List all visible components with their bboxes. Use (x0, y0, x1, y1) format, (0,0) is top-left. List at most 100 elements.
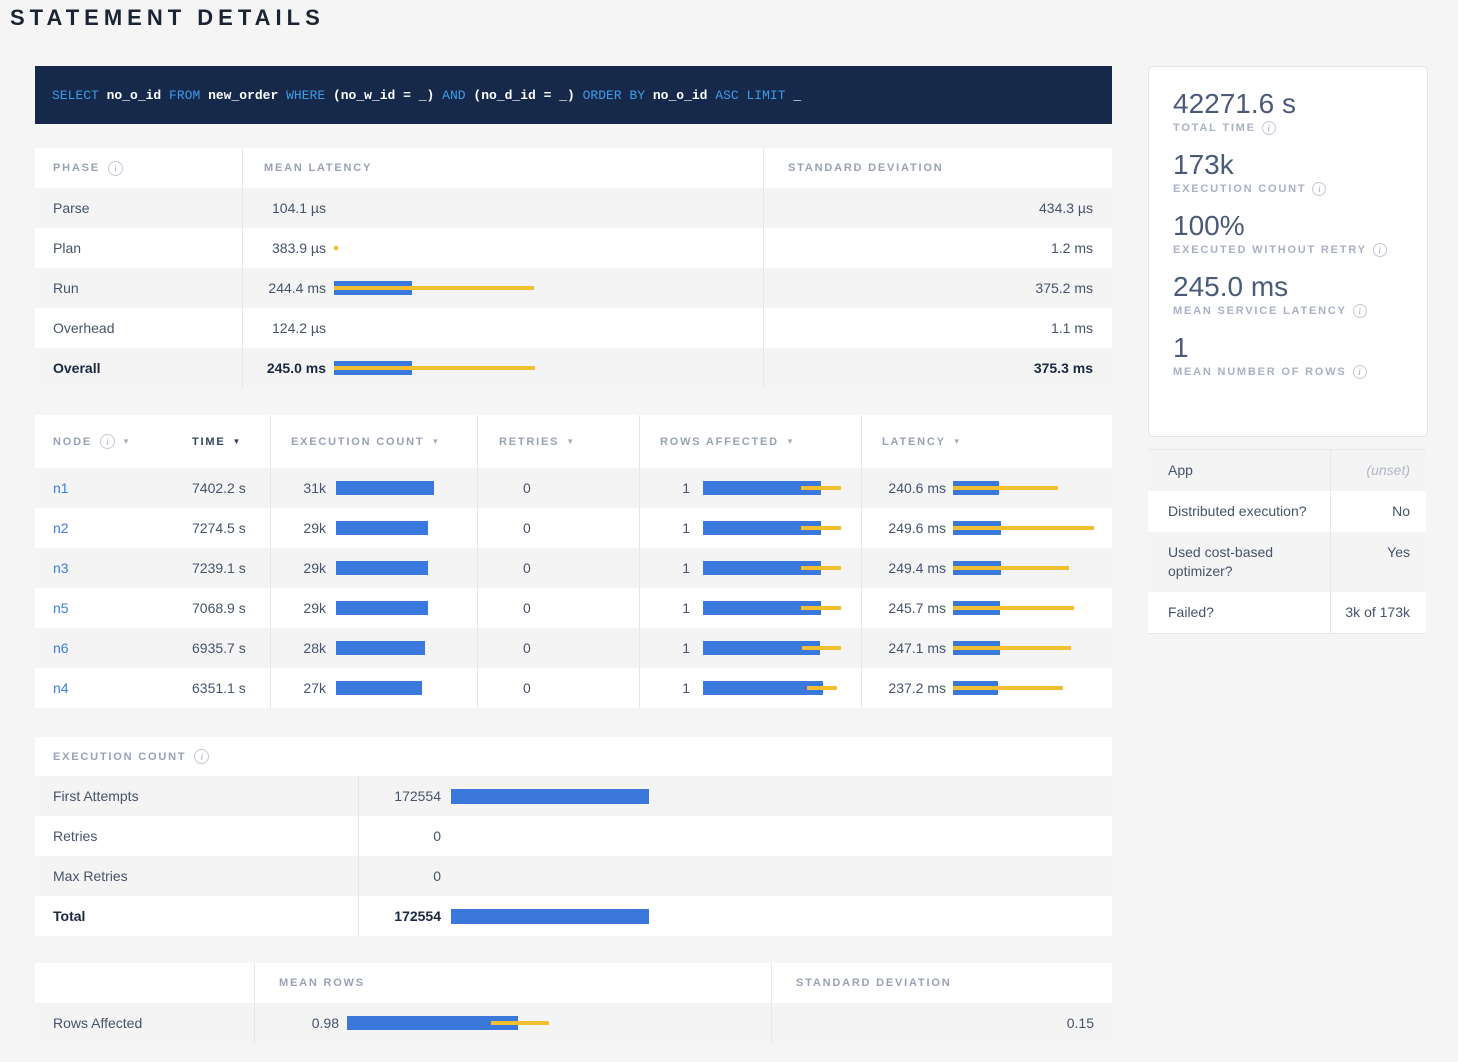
node-execution-count-value: 29k (271, 520, 326, 536)
stat-bar (953, 641, 1000, 655)
node-latency-cell: 247.1 ms (861, 628, 1112, 668)
details-label: App (1148, 450, 1330, 491)
node-link[interactable]: n5 (53, 600, 69, 616)
node-rows-affected-cell: 1 (639, 668, 861, 708)
bar-mean-segment (336, 681, 422, 695)
node-execution-count-cell: 29k (270, 508, 477, 548)
node-execution-count-cell: 27k (270, 668, 477, 708)
node-execution-count-cell: 28k (270, 628, 477, 668)
bar-mean-segment (336, 641, 425, 655)
node-latency-value: 249.4 ms (862, 560, 946, 576)
sort-arrow-icon: ▼ (566, 437, 576, 446)
column-header-latency[interactable]: LATENCY▼ (861, 415, 1112, 468)
info-icon[interactable]: i (1353, 304, 1367, 318)
node-retries-value: 0 (477, 508, 639, 548)
stat-bar (336, 521, 428, 535)
phase-standard-deviation-value: 434.3 µs (763, 188, 1112, 228)
node-execution-count-value: 29k (271, 600, 326, 616)
phase-mean-latency-cell: 104.1 µs (242, 188, 763, 228)
column-header-node[interactable]: NODEi▼ (35, 415, 172, 468)
bar-stddev-segment (801, 526, 841, 530)
info-icon[interactable]: i (1373, 243, 1387, 257)
bar-mean-segment (451, 789, 649, 804)
summary-stat-label-text: TOTAL TIME (1173, 122, 1256, 134)
node-link[interactable]: n1 (53, 480, 69, 496)
bar-stddev-segment (491, 1021, 549, 1025)
stat-bar (451, 909, 649, 924)
details-row: App(unset) (1148, 450, 1426, 491)
info-icon[interactable]: i (100, 434, 115, 449)
stat-bar (451, 789, 649, 804)
node-link[interactable]: n2 (53, 520, 69, 536)
info-icon[interactable]: i (1353, 365, 1367, 379)
node-retries-value: 0 (477, 468, 639, 508)
summary-stat-label: EXECUTED WITHOUT RETRY i (1173, 243, 1403, 257)
node-time-value: 7068.9 s (172, 588, 270, 628)
exec-count-value: 0 (359, 828, 441, 844)
summary-stat-label-text: EXECUTION COUNT (1173, 183, 1306, 195)
phase-standard-deviation-value: 375.2 ms (763, 268, 1112, 308)
node-cell: n2 (35, 508, 172, 548)
node-link[interactable]: n4 (53, 680, 69, 696)
stat-bar (953, 561, 1001, 575)
details-row: Failed?3k of 173k (1148, 592, 1426, 633)
info-icon[interactable]: i (194, 749, 209, 764)
exec-count-value: 172554 (359, 788, 441, 804)
column-header-label: EXECUTION COUNT (291, 436, 424, 448)
bar-stddev-segment (953, 486, 1058, 490)
column-header-standard-deviation: STANDARD DEVIATION (771, 963, 1112, 1003)
phase-standard-deviation-value: 375.3 ms (763, 348, 1112, 388)
column-header-empty (35, 963, 254, 1003)
stat-bar (703, 481, 821, 495)
summary-stat: 42271.6 sTOTAL TIMEi (1173, 87, 1403, 135)
phase-mean-latency-cell: 245.0 ms (242, 348, 763, 388)
node-execution-count-cell: 29k (270, 588, 477, 628)
node-link[interactable]: n6 (53, 640, 69, 656)
rows-affected-table: MEAN ROWSSTANDARD DEVIATIONRows Affected… (35, 963, 1112, 1043)
node-time-value: 7274.5 s (172, 508, 270, 548)
summary-stat-label-text: MEAN SERVICE LATENCY (1173, 305, 1347, 317)
sql-identifier: no_o_id (653, 88, 708, 103)
summary-stat-label: EXECUTION COUNT i (1173, 182, 1403, 196)
bar-stddev-segment (801, 606, 841, 610)
bar-stddev-segment (953, 526, 1094, 530)
summary-stat-value: 245.0 ms (1173, 270, 1403, 303)
rows-standard-deviation-value: 0.15 (771, 1003, 1112, 1043)
node-execution-count-cell: 29k (270, 548, 477, 588)
summary-stat-label: MEAN SERVICE LATENCY i (1173, 304, 1403, 318)
page-title: STATEMENT DETAILS (10, 5, 325, 31)
column-header-retries[interactable]: RETRIES▼ (477, 415, 639, 468)
stat-bar (336, 561, 428, 575)
stat-bar (703, 561, 821, 575)
node-cell: n1 (35, 468, 172, 508)
bar-stddev-segment (801, 486, 841, 490)
sql-statement: SELECT no_o_id FROM new_order WHERE (no_… (52, 88, 801, 103)
node-rows-affected-value: 1 (640, 560, 690, 576)
summary-stat: 173kEXECUTION COUNTi (1173, 148, 1403, 196)
sql-identifier: (no_d_id = _) (473, 88, 574, 103)
summary-stat-label-text: MEAN NUMBER OF ROWS (1173, 366, 1347, 378)
sql-keyword: FROM (169, 88, 200, 103)
column-header-rows-affected[interactable]: ROWS AFFECTED▼ (639, 415, 861, 468)
rows-affected-label: Rows Affected (35, 1003, 254, 1043)
phase-mean-latency-value: 383.9 µs (243, 240, 326, 256)
stat-bar (336, 601, 428, 615)
column-header-time[interactable]: TIME▼ (172, 415, 270, 468)
node-execution-count-value: 31k (271, 480, 326, 496)
phase-standard-deviation-value: 1.2 ms (763, 228, 1112, 268)
table-title-label: EXECUTION COUNT (53, 751, 186, 763)
details-row: Used cost-based optimizer?Yes (1148, 532, 1426, 592)
info-icon[interactable]: i (1312, 182, 1326, 196)
execution-count-table: EXECUTION COUNTiFirst Attempts172554Retr… (35, 737, 1112, 936)
stat-bar (703, 521, 821, 535)
column-header-execution-count[interactable]: EXECUTION COUNT ▼ (270, 415, 477, 468)
info-icon[interactable]: i (108, 161, 123, 176)
details-value: No (1330, 491, 1426, 532)
summary-stat-label-text: EXECUTED WITHOUT RETRY (1173, 244, 1367, 256)
sort-arrow-icon: ▼ (431, 437, 441, 446)
node-link[interactable]: n3 (53, 560, 69, 576)
info-icon[interactable]: i (1262, 121, 1276, 135)
details-row: Distributed execution?No (1148, 491, 1426, 532)
phase-standard-deviation-value: 1.1 ms (763, 308, 1112, 348)
sort-arrow-icon: ▼ (786, 437, 796, 446)
